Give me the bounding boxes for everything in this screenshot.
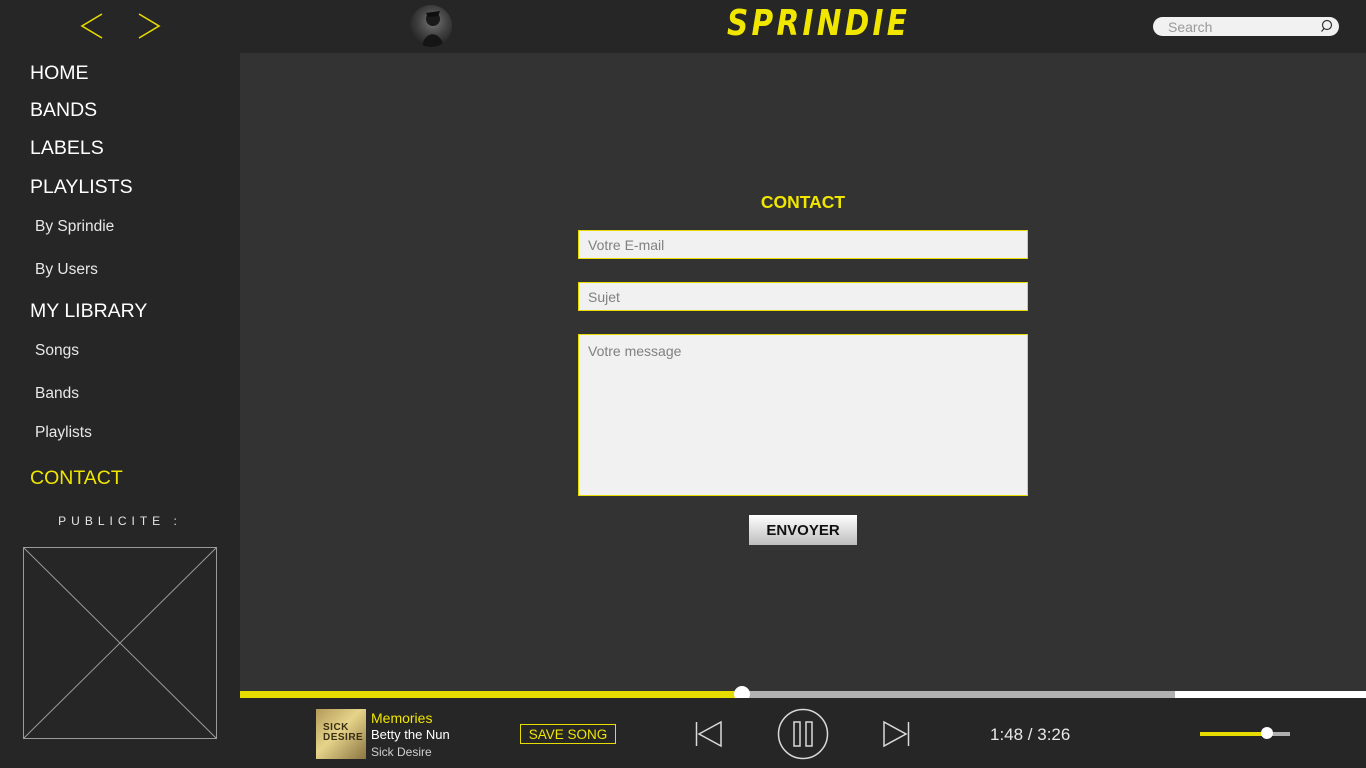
album-cover[interactable]: SICK DESIRE	[316, 709, 366, 759]
sidebar-item-contact[interactable]: CONTACT	[30, 467, 123, 490]
previous-track-icon[interactable]	[694, 720, 724, 748]
sidebar-item-labels[interactable]: LABELS	[30, 137, 104, 160]
album-cover-text: SICK DESIRE	[323, 722, 364, 743]
song-title[interactable]: Memories	[371, 710, 432, 726]
contact-title: CONTACT	[760, 192, 846, 212]
progress-played	[240, 691, 742, 698]
send-button[interactable]: ENVOYER	[749, 515, 857, 545]
forward-arrow-icon[interactable]	[133, 10, 163, 42]
sidebar-item-by-users[interactable]: By Users	[35, 261, 98, 279]
ad-placeholder[interactable]	[23, 547, 217, 739]
pause-icon[interactable]	[777, 708, 829, 760]
back-arrow-icon[interactable]	[78, 10, 108, 42]
song-album[interactable]: Sick Desire	[371, 745, 432, 759]
sidebar-item-home[interactable]: HOME	[30, 62, 89, 85]
sidebar-item-playlists[interactable]: PLAYLISTS	[30, 176, 133, 199]
sidebar-item-songs[interactable]: Songs	[35, 342, 79, 360]
player-bar: SICK DESIRE Memories Betty the Nun Sick …	[240, 698, 1366, 768]
playback-time: 1:48 / 3:26	[990, 725, 1071, 744]
message-field[interactable]	[578, 334, 1028, 496]
top-bar: SPRINDIE	[0, 0, 1366, 53]
ad-label: PUBLICITE :	[58, 514, 182, 528]
search-input[interactable]	[1168, 18, 1318, 35]
sidebar-item-library-bands[interactable]: Bands	[35, 385, 79, 403]
volume-slider[interactable]	[1200, 727, 1290, 739]
song-artist[interactable]: Betty the Nun	[371, 727, 450, 742]
save-song-button[interactable]: SAVE SONG	[520, 724, 616, 744]
search-icon[interactable]	[1320, 19, 1334, 33]
sidebar: HOME BANDS LABELS PLAYLISTS By Sprindie …	[0, 53, 240, 768]
search-box[interactable]	[1153, 17, 1339, 36]
user-avatar[interactable]	[410, 5, 452, 47]
volume-level	[1200, 732, 1267, 736]
sidebar-item-by-sprindie[interactable]: By Sprindie	[35, 218, 114, 236]
sidebar-item-my-library[interactable]: MY LIBRARY	[30, 300, 147, 323]
volume-handle[interactable]	[1260, 727, 1273, 739]
subject-field[interactable]	[578, 282, 1028, 311]
app-logo[interactable]: SPRINDIE	[727, 3, 910, 44]
email-field[interactable]	[578, 230, 1028, 259]
playback-progress-bar[interactable]	[240, 686, 1366, 702]
next-track-icon[interactable]	[881, 720, 911, 748]
sidebar-item-bands[interactable]: BANDS	[30, 99, 97, 122]
sidebar-item-library-playlists[interactable]: Playlists	[35, 424, 92, 442]
